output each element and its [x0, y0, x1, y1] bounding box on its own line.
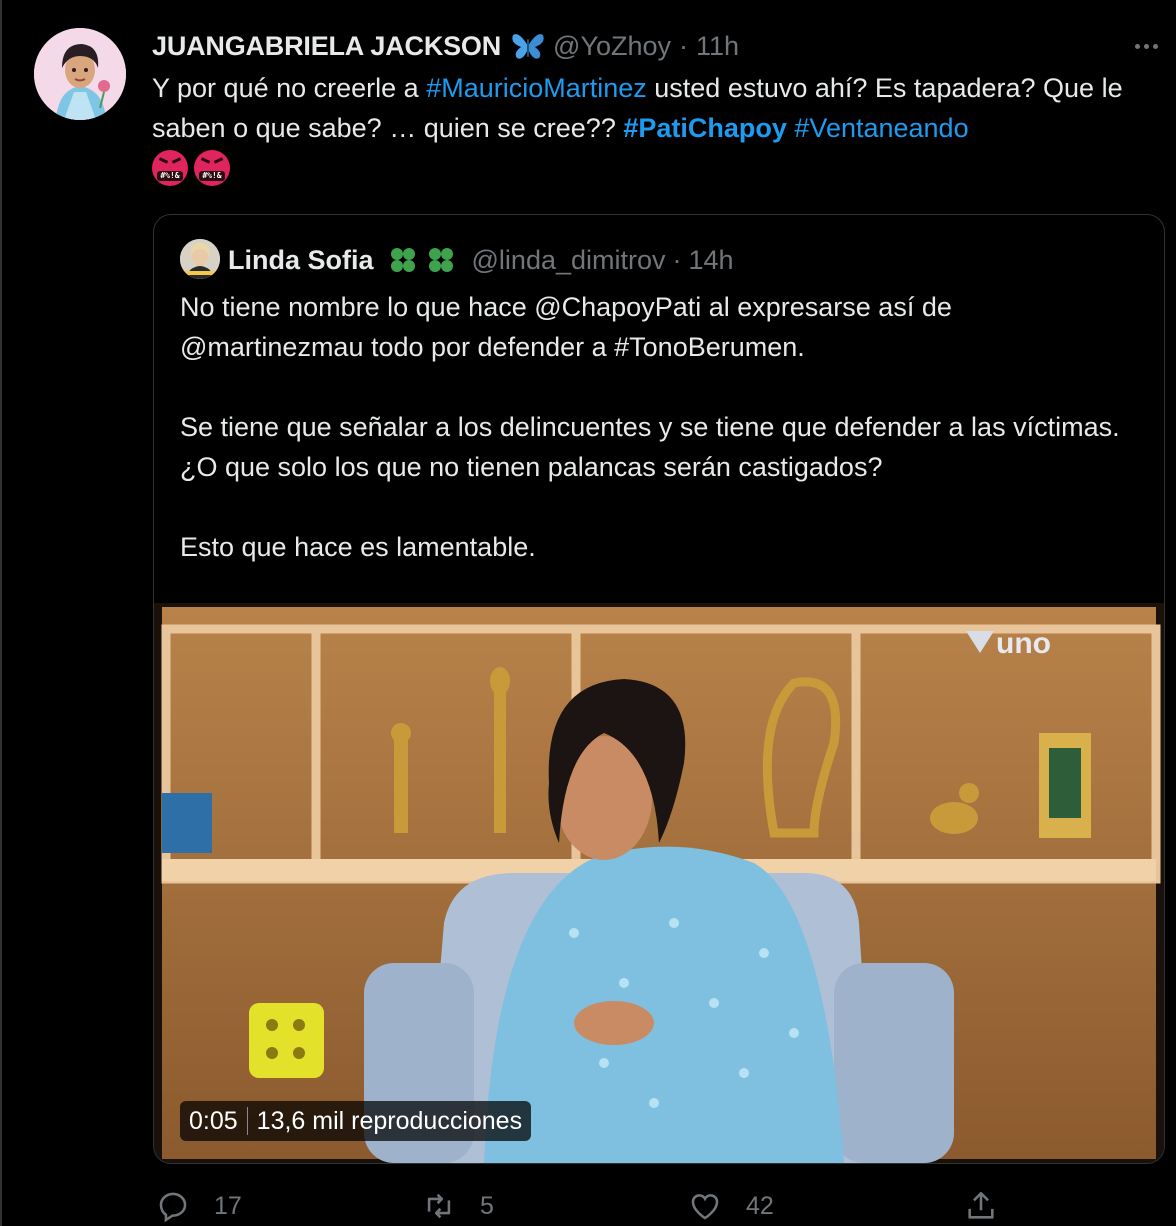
emoji-symbol-text: #%!&	[160, 171, 180, 180]
cursing-face-emoji-icon: #%!&	[152, 150, 188, 186]
channel-logo-text: uno	[996, 627, 1051, 660]
author-handle[interactable]: @YoZhoy	[553, 31, 671, 62]
tweet-action-bar: 17 5 42	[152, 1186, 1162, 1226]
video-duration: 0:05	[189, 1106, 238, 1135]
hashtag-link[interactable]: #Ventaneando	[794, 113, 968, 143]
more-dot-icon	[1143, 43, 1149, 49]
more-dot-icon	[1152, 43, 1158, 49]
butterfly-emoji-icon	[511, 31, 545, 61]
retweet-count: 5	[480, 1191, 494, 1220]
more-dot-icon	[1134, 43, 1140, 49]
video-view-count: 13,6 mil reproducciones	[256, 1106, 523, 1135]
hashtag-link[interactable]: #PatiChapoy	[623, 113, 787, 143]
quoted-author-avatar	[180, 239, 220, 279]
tweet-timestamp[interactable]: 11h	[696, 31, 739, 62]
retweet-button[interactable]: 5	[422, 1186, 494, 1226]
separator-dot: ·	[672, 244, 682, 275]
like-button[interactable]: 42	[688, 1186, 774, 1226]
hashtag-link[interactable]: #MauricioMartinez	[426, 73, 647, 103]
quoted-tweet-timestamp: 14h	[688, 244, 734, 275]
share-icon	[968, 1191, 994, 1219]
quoted-author-display-name: Linda Sofia	[228, 244, 374, 275]
cursing-face-emoji-icon: #%!&	[194, 150, 230, 186]
more-options-button[interactable]	[1128, 28, 1164, 64]
like-count: 42	[746, 1191, 774, 1220]
heart-icon	[691, 1194, 719, 1220]
share-button[interactable]	[964, 1186, 998, 1226]
author-display-name[interactable]: JUANGABRIELA JACKSON	[152, 31, 501, 62]
quoted-author-handle: @linda_dimitrov	[471, 244, 666, 275]
reply-button[interactable]: 17	[156, 1186, 242, 1226]
emoji-symbol-text: #%!&	[202, 171, 222, 180]
tweet-text: Y por qué no creerle a #MauricioMartinez…	[152, 68, 1157, 186]
timeline-border	[0, 0, 2, 1226]
video-info-overlay: 0:05 13,6 mil reproducciones	[180, 1101, 532, 1141]
quoted-tweet-header: Linda Sofia @linda_dimitrov · 14h	[228, 241, 734, 279]
author-avatar[interactable]	[34, 28, 126, 120]
separator-dot: ·	[679, 30, 689, 61]
retweet-icon	[427, 1193, 451, 1219]
quoted-tweet-card[interactable]: Linda Sofia @linda_dimitrov · 14h No tie…	[153, 214, 1165, 1164]
tweet-text-segment: Y por qué no creerle a	[152, 73, 427, 103]
quoted-tweet-text: No tiene nombre lo que hace @ChapoyPati …	[180, 292, 1120, 562]
reply-icon	[159, 1192, 187, 1223]
video-player[interactable]: uno 0:05 13,6 mil reproducciones	[154, 603, 1164, 1163]
tweet-header: JUANGABRIELA JACKSON @YoZhoy · 11h	[152, 28, 739, 64]
four-leaf-clover-emoji-icon	[386, 245, 460, 275]
video-frame-image: uno	[154, 603, 1164, 1163]
reply-count: 17	[214, 1191, 242, 1220]
emoji-row: #%!& #%!&	[152, 150, 1157, 186]
